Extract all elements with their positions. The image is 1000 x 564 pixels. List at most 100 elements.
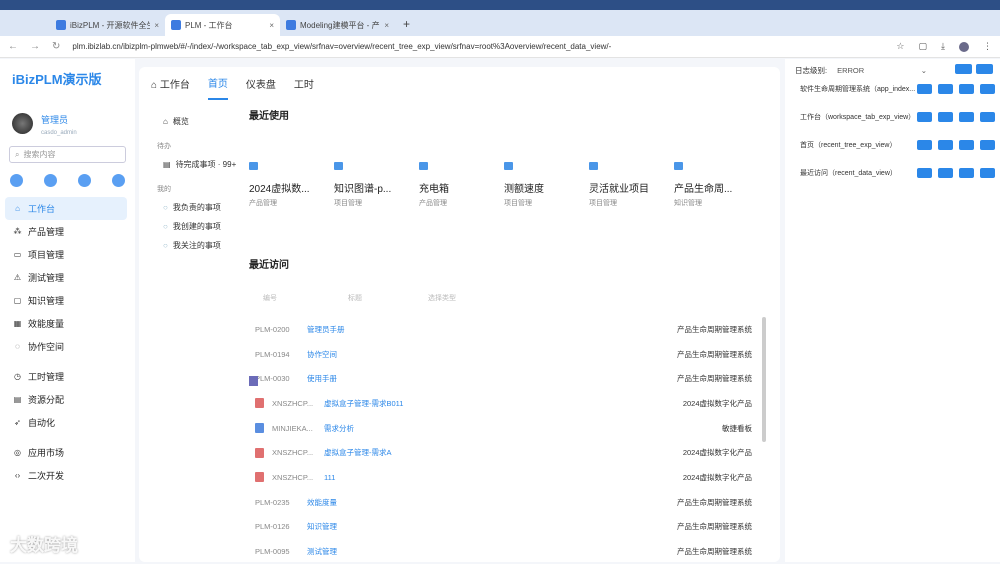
code-button[interactable]	[938, 168, 953, 178]
new-tab-button[interactable]: +	[395, 17, 418, 36]
url-field[interactable]: plm.ibizlab.cn/ibizplm-plmweb/#/-/index/…	[72, 42, 884, 51]
nav-mine-item[interactable]: ○ 我创建的事项	[157, 217, 247, 236]
sidebar-item[interactable]: ◷ 工时管理	[5, 365, 127, 388]
sidebar-item[interactable]: ⁂ 产品管理	[5, 220, 127, 243]
reload-icon[interactable]: ↻	[52, 41, 60, 52]
row-title-link[interactable]: 效能度量	[307, 497, 677, 508]
row-title-link[interactable]: 虚拟盒子管理-需求B011	[324, 398, 683, 409]
browser-tab[interactable]: Modeling建模平台 - 产品生命周期 ×	[280, 14, 395, 36]
table-row[interactable]: PLM-0235 效能度量 产品生命周期管理系统	[249, 376, 768, 515]
recent-card[interactable]: 灵活就业项目 项目管理	[589, 162, 674, 208]
scrollbar[interactable]	[762, 317, 766, 442]
save-button[interactable]	[959, 168, 974, 178]
table-row[interactable]: PLM-0126 知识管理 产品生命周期管理系统	[249, 376, 768, 540]
recent-card[interactable]: 产品生命周... 知识管理	[674, 162, 759, 208]
sidebar-item[interactable]: ◌ 协作空间	[5, 335, 127, 358]
info-button[interactable]	[980, 168, 995, 178]
row-title-link[interactable]: 知识管理	[307, 521, 677, 532]
browser-tab[interactable]: iBizPLM - 开源软件全生命周期管理 ×	[50, 14, 165, 36]
copy-button[interactable]	[917, 84, 932, 94]
sidebar-item[interactable]: ◎ 应用市场	[5, 441, 127, 464]
row-title-link[interactable]: 虚拟盒子管理-需求A	[324, 447, 683, 458]
user-profile[interactable]: 管理员 casdo_admin	[12, 113, 77, 136]
sidebar-item[interactable]: ⌂ 工作台	[5, 197, 127, 220]
copy-button[interactable]	[917, 140, 932, 150]
table-row[interactable]: PLM-0200 管理员手册 产品生命周期管理系统	[249, 317, 768, 386]
info-button[interactable]	[980, 84, 995, 94]
debug-settings-button[interactable]	[955, 64, 972, 74]
table-row[interactable]: MINJIEKA... 需求分析 敏捷看板	[249, 416, 768, 441]
row-title-link[interactable]: 协作空间	[307, 349, 677, 360]
sidebar-item[interactable]: ▦ 效能度量	[5, 312, 127, 335]
column-header[interactable]: 标题	[334, 293, 414, 303]
save-button[interactable]	[959, 112, 974, 122]
row-title-link[interactable]: 111	[324, 473, 683, 482]
row-title-link[interactable]: 测试管理	[307, 546, 677, 557]
code-button[interactable]	[938, 84, 953, 94]
: 我关注的事项	[172, 241, 221, 250]
tab-label: 首页	[207, 79, 228, 90]
sidebar-item[interactable]: ➶ 自动化	[5, 411, 127, 434]
sidebar-item[interactable]: ⚠ 测试管理	[5, 266, 127, 289]
table-row[interactable]: PLM-0030 使用手册 产品生命周期管理系统	[249, 366, 768, 391]
tab-2[interactable]: 仪表盘	[246, 76, 276, 99]
nav-overview[interactable]: ⌂ 概览	[157, 112, 247, 131]
sidebar-item[interactable]: ▤ 资源分配	[5, 388, 127, 411]
help-icon[interactable]	[78, 174, 91, 187]
bell-icon[interactable]	[10, 174, 23, 187]
bookmark-star-icon[interactable]: ☆	[896, 41, 904, 52]
tab-0[interactable]: ⌂ 工作台	[151, 76, 190, 99]
sidebar-item[interactable]: ▢ 知识管理	[5, 289, 127, 312]
copy-button[interactable]	[917, 168, 932, 178]
forward-icon[interactable]: →	[30, 41, 40, 52]
back-icon[interactable]: ←	[8, 41, 18, 52]
info-button[interactable]	[980, 140, 995, 150]
close-icon[interactable]: ×	[154, 21, 159, 30]
row-title-link[interactable]: 需求分析	[324, 423, 722, 434]
home-icon: ⌂	[151, 80, 160, 91]
recent-card[interactable]: 充电箱 产品管理	[419, 162, 504, 208]
view-name: 最近访问（recent_data_view）	[800, 170, 897, 177]
sidebar-item-label: 测试管理	[28, 273, 65, 283]
download-icon[interactable]: ⤓	[941, 41, 945, 52]
code-button[interactable]	[938, 112, 953, 122]
extension-icon[interactable]: ▢	[919, 41, 928, 52]
column-header[interactable]: 选择类型	[414, 293, 494, 303]
sidebar-item[interactable]: ▭ 项目管理	[5, 243, 127, 266]
nav-todo[interactable]: ▤ 待完成事项 · 99+	[157, 155, 247, 174]
browser-tab[interactable]: PLM - 工作台 ×	[165, 14, 280, 36]
table-row[interactable]: PLM-0194 协作空间 产品生命周期管理系统	[249, 342, 768, 386]
tab-3[interactable]: 工时	[294, 76, 314, 99]
debug-close-button[interactable]	[976, 64, 993, 74]
table-row[interactable]: XNSZHCP... 虚拟盒子管理-需求A 2024虚拟数字化产品	[249, 440, 768, 465]
row-title-link[interactable]: 使用手册	[307, 373, 677, 384]
nav-mine-item[interactable]: ○ 我关注的事项	[157, 236, 247, 255]
menu-icon: ▢	[13, 296, 22, 305]
column-header[interactable]: 编号	[249, 293, 334, 303]
info-button[interactable]	[980, 112, 995, 122]
table-row[interactable]: PLM-0095 测试管理 产品生命周期管理系统	[249, 376, 768, 564]
table-row[interactable]: XNSZHCP... 虚拟盒子管理-需求B011 2024虚拟数字化产品	[249, 391, 768, 416]
profile-avatar[interactable]	[959, 41, 969, 52]
search-input[interactable]: ⌕ 搜索内容	[9, 146, 126, 163]
menu-icon: ➶	[14, 418, 21, 427]
close-icon[interactable]: ×	[269, 21, 274, 30]
recent-card[interactable]: 2024虚拟数... 产品管理	[249, 162, 334, 208]
nav-mine-item[interactable]: ○ 我负责的事项	[157, 198, 247, 217]
code-button[interactable]	[938, 140, 953, 150]
gear-icon[interactable]	[44, 174, 57, 187]
recent-card[interactable]: 知识图谱-p... 项目管理	[334, 162, 419, 208]
recent-card[interactable]: 测额速度 项目管理	[504, 162, 589, 208]
sidebar-item[interactable]: ‹› 二次开发	[5, 464, 127, 487]
req-icon	[255, 472, 264, 483]
add-icon[interactable]	[112, 174, 125, 187]
table-row[interactable]: XNSZHCP... 111 2024虚拟数字化产品	[249, 465, 768, 490]
save-button[interactable]	[959, 84, 974, 94]
save-button[interactable]	[959, 140, 974, 150]
row-title-link[interactable]: 管理员手册	[307, 324, 677, 335]
tab-1[interactable]: 首页	[207, 75, 228, 100]
copy-button[interactable]	[917, 112, 932, 122]
log-level-select[interactable]: ERROR ⌄	[837, 66, 927, 75]
close-icon[interactable]: ×	[384, 21, 389, 30]
menu-icon[interactable]: ⋮	[983, 41, 992, 52]
